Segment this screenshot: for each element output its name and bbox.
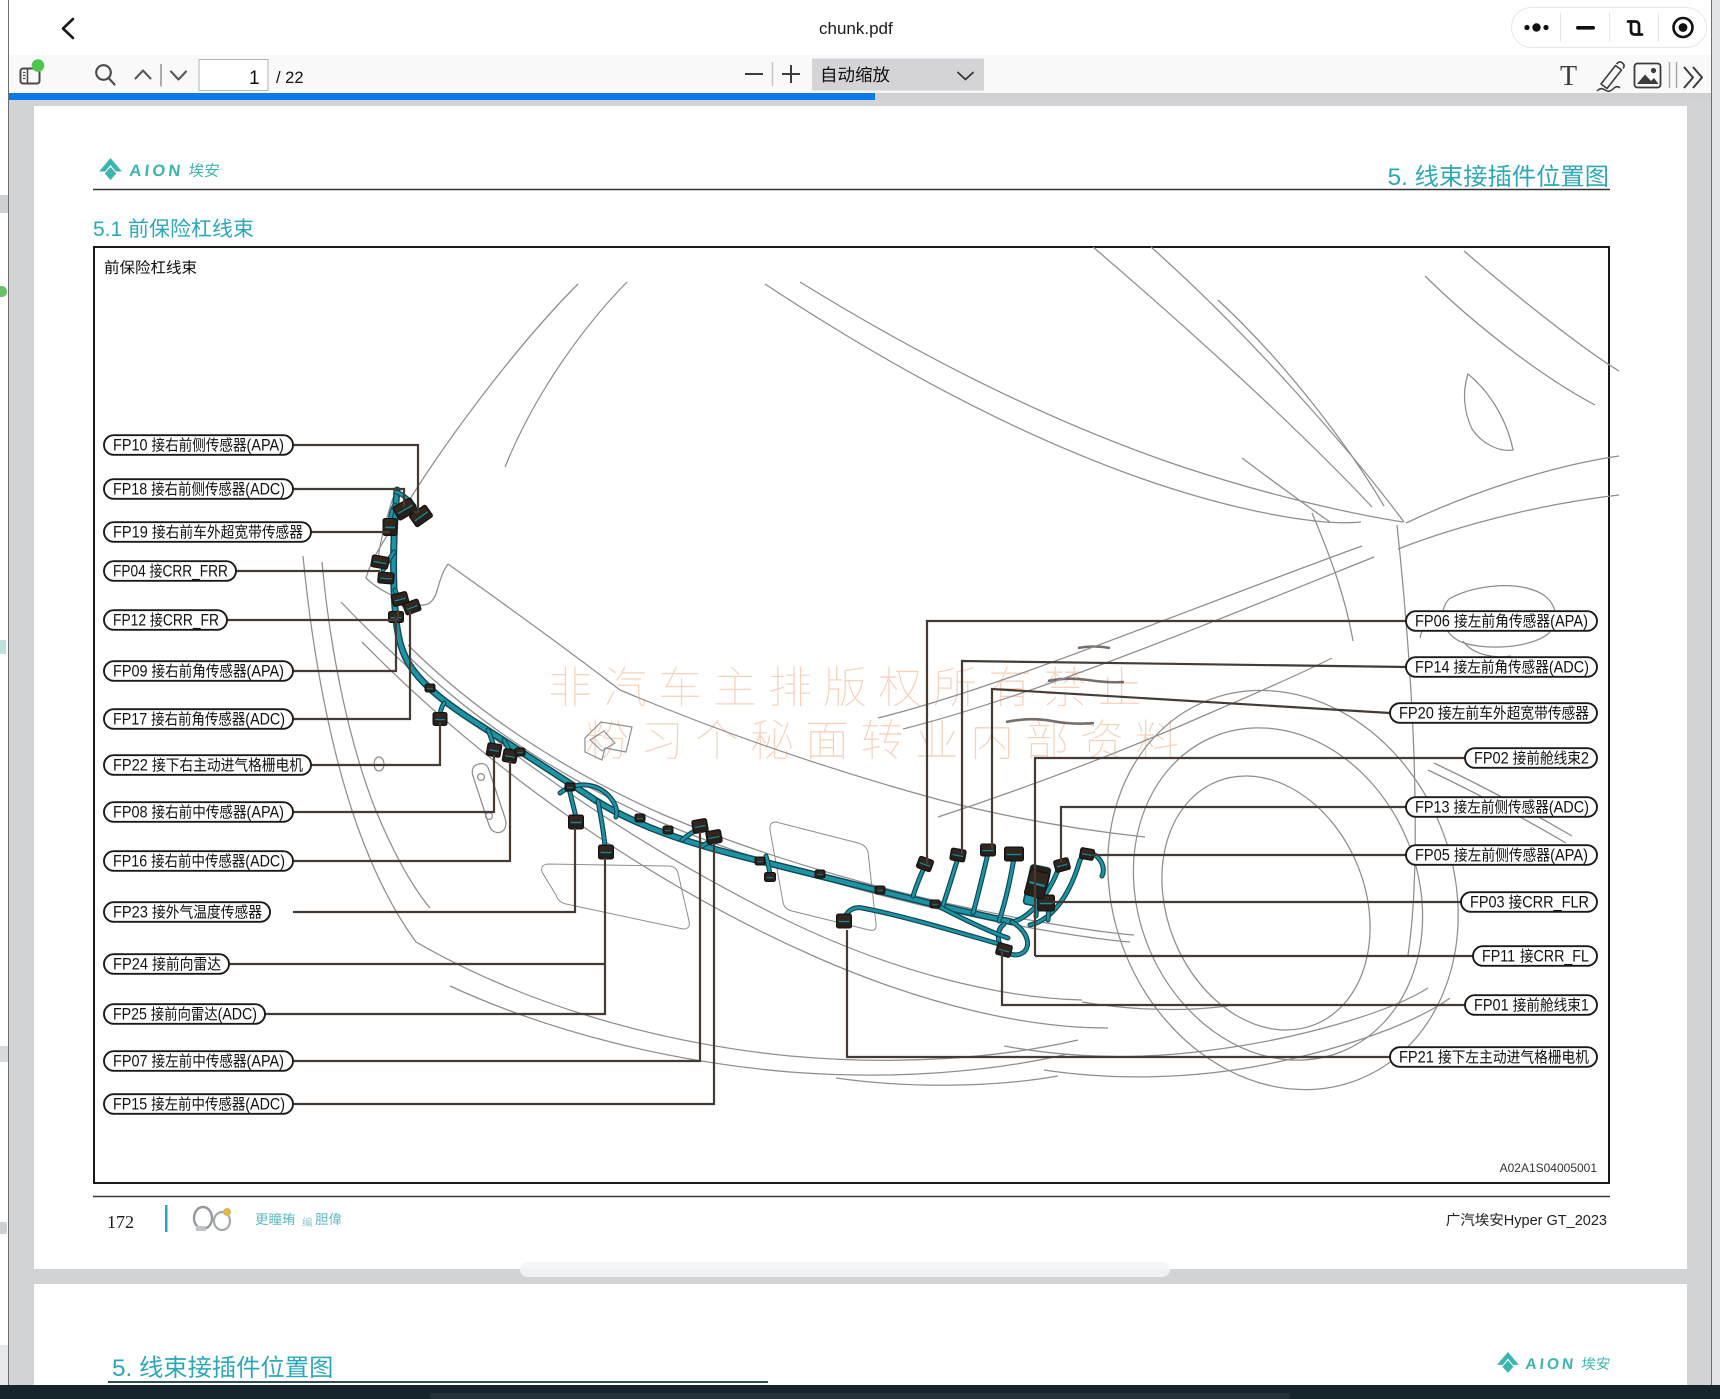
svg-text:chunk.pdf: chunk.pdf [819, 19, 893, 38]
svg-text:FP10: FP10 [113, 437, 148, 455]
svg-text:/ 22: / 22 [276, 69, 304, 87]
svg-text:(APA): (APA) [247, 804, 284, 822]
svg-text:(ADC): (ADC) [245, 853, 285, 871]
svg-text:FP25: FP25 [113, 1006, 147, 1024]
svg-text:(APA): (APA) [247, 437, 284, 455]
svg-text:FP15: FP15 [113, 1096, 147, 1114]
svg-text:FP23: FP23 [113, 904, 148, 922]
svg-text:(ADC): (ADC) [245, 481, 285, 499]
svg-text:FP07: FP07 [113, 1053, 147, 1071]
svg-text:(APA): (APA) [1550, 613, 1588, 631]
svg-text:(ADC): (ADC) [218, 1006, 257, 1024]
svg-text:FP16: FP16 [113, 853, 147, 871]
svg-text:CRR_FLR: CRR_FLR [1522, 894, 1589, 912]
svg-text:CRR_FR: CRR_FR [163, 611, 219, 630]
svg-text:(ADC): (ADC) [1549, 659, 1589, 677]
svg-text:172: 172 [107, 1212, 134, 1232]
svg-text:AION: AION [1525, 1356, 1578, 1373]
svg-text:FP06: FP06 [1415, 613, 1450, 631]
svg-text:1: 1 [1581, 997, 1589, 1015]
svg-text:Hyper GT_2023: Hyper GT_2023 [1504, 1213, 1607, 1229]
svg-text:FP03: FP03 [1470, 894, 1505, 912]
svg-text:2: 2 [1581, 750, 1589, 768]
svg-text:FP20: FP20 [1399, 705, 1434, 723]
svg-text:FP24: FP24 [113, 956, 148, 974]
svg-text:FP09: FP09 [113, 663, 147, 681]
svg-text:1: 1 [249, 68, 260, 89]
svg-text:(ADC): (ADC) [1549, 799, 1589, 817]
svg-text:FP17: FP17 [113, 711, 147, 729]
svg-text:FP11: FP11 [1482, 948, 1515, 966]
svg-text:CRR_FRR: CRR_FRR [162, 562, 228, 581]
svg-text:FP13: FP13 [1415, 799, 1450, 817]
svg-text:FP14: FP14 [1415, 659, 1450, 677]
svg-text:5.1: 5.1 [93, 218, 122, 241]
svg-text:FP04: FP04 [113, 562, 146, 581]
svg-text:FP12: FP12 [113, 611, 146, 630]
svg-text:FP08: FP08 [113, 804, 148, 822]
svg-text:FP02: FP02 [1474, 750, 1509, 768]
svg-text:T: T [1560, 61, 1577, 92]
svg-text:FP01: FP01 [1474, 997, 1509, 1015]
svg-text:FP21: FP21 [1399, 1049, 1434, 1067]
svg-text:(ADC): (ADC) [245, 711, 285, 729]
svg-text:FP22: FP22 [113, 757, 148, 775]
svg-text:(APA): (APA) [247, 663, 284, 681]
svg-text:5.: 5. [112, 1355, 132, 1382]
svg-text:FP19: FP19 [113, 524, 148, 542]
svg-text:AION: AION [129, 161, 185, 180]
svg-text:FP18: FP18 [113, 481, 147, 499]
svg-text:5.: 5. [1388, 164, 1408, 191]
svg-text:(ADC): (ADC) [245, 1096, 285, 1114]
svg-text:FP05: FP05 [1415, 847, 1450, 865]
svg-text:A02A1S04005001: A02A1S04005001 [1500, 1161, 1598, 1175]
svg-text:(APA): (APA) [1550, 847, 1588, 865]
svg-text:CRR_FL: CRR_FL [1533, 948, 1589, 966]
svg-text:(APA): (APA) [247, 1053, 284, 1071]
